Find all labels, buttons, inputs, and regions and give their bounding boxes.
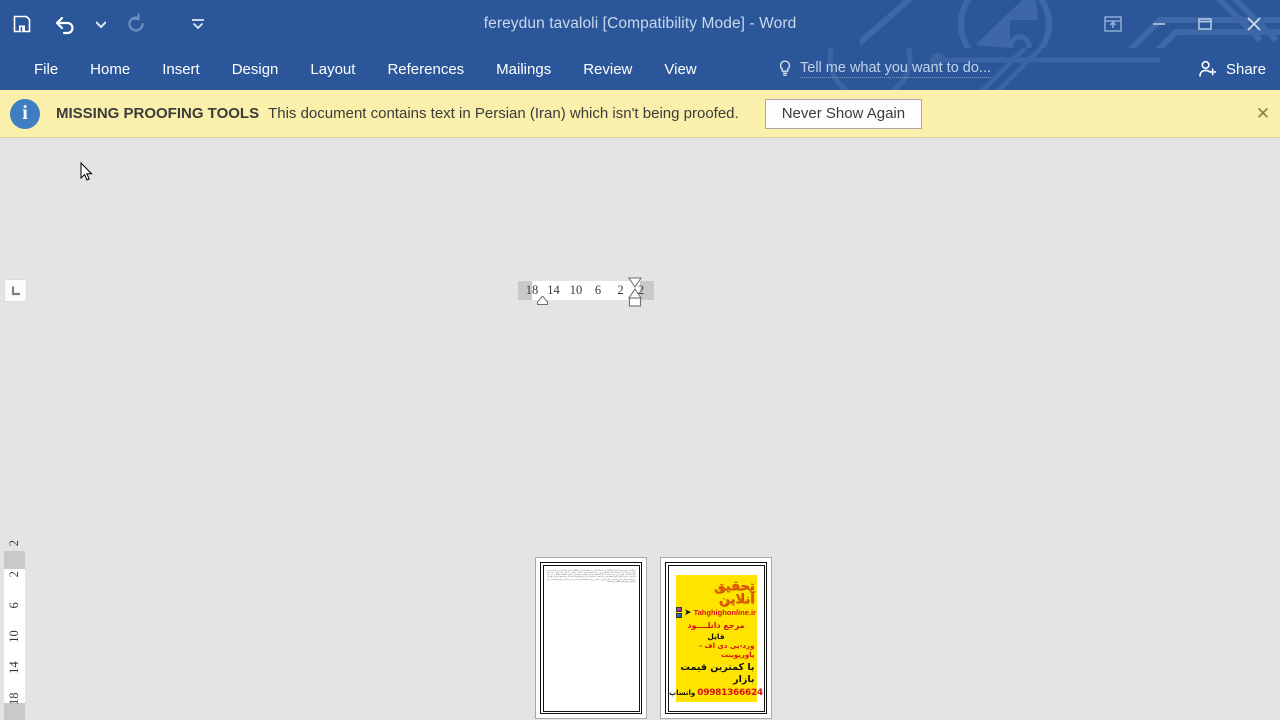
- tab-home[interactable]: Home: [74, 48, 146, 90]
- ad-line-4: با کمترین قیمت بازار: [680, 662, 755, 685]
- overflow-chevron-icon: [192, 19, 204, 30]
- right-indent-marker[interactable]: [628, 277, 642, 307]
- tab-layout[interactable]: Layout: [294, 48, 371, 90]
- ribbon-tabs: File Home Insert Design Layout Reference…: [18, 48, 713, 90]
- word-application-window: fereydun tavaloli [Compatibility Mode] -…: [0, 0, 1280, 720]
- ribbon-display-options-button[interactable]: [1090, 0, 1136, 48]
- undo-icon: [55, 16, 74, 35]
- vruler-tick-2a: 2: [7, 570, 21, 577]
- chip-icon-purple: [676, 606, 683, 612]
- missing-proofing-tools-bar: i MISSING PROOFING TOOLS This document c…: [0, 90, 1280, 138]
- customize-quick-access-toolbar-button[interactable]: [176, 0, 220, 48]
- share-person-icon: [1199, 60, 1217, 77]
- quick-access-toolbar: [0, 0, 220, 48]
- tab-file[interactable]: File: [18, 48, 74, 90]
- save-button[interactable]: [0, 0, 44, 48]
- left-tab-stop-icon: [11, 286, 20, 295]
- close-button[interactable]: [1228, 0, 1280, 48]
- ad-phone-row: 09981366624 واتساپ: [669, 688, 763, 698]
- tab-insert[interactable]: Insert: [146, 48, 216, 90]
- vruler-tick-10: 10: [7, 629, 21, 643]
- lightbulb-icon: [779, 60, 791, 76]
- save-icon: [13, 15, 31, 33]
- minimize-button[interactable]: [1136, 0, 1182, 48]
- vertical-ruler[interactable]: 22 18 14 10 6 2 2: [4, 540, 25, 720]
- ribbon-tab-bar: File Home Insert Design Layout Reference…: [0, 48, 1280, 90]
- tab-view[interactable]: View: [648, 48, 712, 90]
- ad-line-1: مرجع دانلــــود: [687, 620, 745, 630]
- document-page-2[interactable]: تحقیق آنلاین Tahghighonline.ir ➤ مرجع دا…: [660, 557, 772, 719]
- mouse-cursor: [80, 162, 93, 181]
- page-1-inner-border: به نام خدا زندگینامه فریدون توللی شاعر و…: [542, 564, 640, 712]
- document-workspace[interactable]: 18 14 10 6 2 2 22 18 14: [0, 138, 1280, 720]
- advertisement: تحقیق آنلاین Tahghighonline.ir ➤ مرجع دا…: [669, 574, 763, 702]
- undo-button[interactable]: [44, 0, 88, 48]
- infobar-title: MISSING PROOFING TOOLS: [56, 105, 260, 122]
- ad-line-2: فایل: [707, 631, 725, 641]
- hruler-tick-6: 6: [594, 283, 602, 297]
- chip-icon-blue: [676, 612, 683, 618]
- vruler-tick-18: 18: [7, 692, 21, 705]
- vertical-ruler-ticks: 22 18 14 10 6 2 2: [4, 540, 25, 705]
- undo-dropdown-button[interactable]: [88, 0, 114, 48]
- tab-design[interactable]: Design: [216, 48, 295, 90]
- redo-icon: [128, 13, 144, 32]
- chevron-down-icon: [96, 20, 106, 28]
- minimize-icon: [1153, 23, 1165, 25]
- ad-url-row: Tahghighonline.ir ➤: [676, 606, 756, 618]
- document-page-1[interactable]: به نام خدا زندگینامه فریدون توللی شاعر و…: [535, 557, 647, 719]
- ribbon-display-options-icon: [1104, 16, 1122, 32]
- infobar-message: This document contains text in Persian (…: [268, 105, 739, 122]
- tab-mailings[interactable]: Mailings: [480, 48, 567, 90]
- page-2-outer-border: تحقیق آنلاین Tahghighonline.ir ➤ مرجع دا…: [665, 562, 767, 714]
- ad-line-3: ورد-پی دی اف - پاورپوینت: [699, 641, 755, 659]
- tab-stop-selector-button[interactable]: [4, 279, 27, 302]
- ad-website-url: Tahghighonline.ir: [693, 607, 756, 617]
- share-label: Share: [1225, 60, 1266, 78]
- restore-button[interactable]: [1182, 0, 1228, 48]
- close-icon: [1247, 17, 1261, 31]
- vruler-tick-14: 14: [7, 660, 21, 674]
- ad-phone-number: 09981366624: [697, 688, 763, 699]
- tab-references[interactable]: References: [371, 48, 480, 90]
- window-controls: [1090, 0, 1280, 48]
- vruler-tick-6: 6: [7, 601, 21, 608]
- title-bar: fereydun tavaloli [Compatibility Mode] -…: [0, 0, 1280, 48]
- page-2-inner-border: تحقیق آنلاین Tahghighonline.ir ➤ مرجع دا…: [667, 564, 765, 712]
- page-1-text: به نام خدا زندگینامه فریدون توللی شاعر و…: [546, 568, 636, 583]
- hruler-tick-10: 10: [569, 283, 583, 297]
- info-icon: i: [10, 98, 40, 129]
- tell-me-search[interactable]: Tell me what you want to do...: [778, 48, 992, 90]
- page-thumbnails: به نام خدا زندگینامه فریدون توللی شاعر و…: [535, 557, 772, 719]
- arrow-left-icon: ➤: [684, 606, 692, 617]
- ad-logo-chips: [676, 606, 683, 618]
- vruler-tick-22: 22: [7, 715, 22, 720]
- restore-icon: [1198, 18, 1212, 30]
- never-show-again-button[interactable]: Never Show Again: [764, 98, 923, 129]
- ad-whatsapp-label: واتساپ: [669, 689, 696, 698]
- vruler-tick-2b: 2: [7, 539, 21, 546]
- page-1-outer-border: به نام خدا زندگینامه فریدون توللی شاعر و…: [540, 562, 642, 714]
- left-indent-marker[interactable]: [537, 296, 548, 305]
- infobar-close-icon[interactable]: ✕: [1250, 101, 1276, 127]
- redo-button[interactable]: [114, 0, 158, 48]
- tell-me-placeholder: Tell me what you want to do...: [800, 60, 992, 78]
- ad-brand-title: تحقیق آنلاین: [713, 578, 755, 607]
- share-button[interactable]: Share: [1198, 48, 1266, 90]
- tab-review[interactable]: Review: [567, 48, 648, 90]
